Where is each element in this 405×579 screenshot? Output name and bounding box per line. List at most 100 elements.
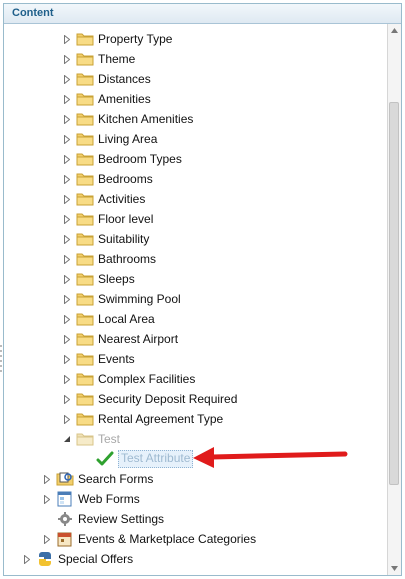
tree-item-special-offers[interactable]: Special Offers [22, 549, 133, 569]
folder-icon [76, 431, 94, 447]
tree-item-label: Theme [98, 52, 136, 66]
tree-item-theme[interactable]: Theme [62, 49, 135, 69]
splitter-grip[interactable] [0, 345, 3, 375]
tree-item-bathrooms[interactable]: Bathrooms [62, 249, 156, 269]
expand-right-icon[interactable] [62, 29, 72, 49]
folder-icon [76, 251, 94, 267]
expand-right-icon[interactable] [42, 529, 52, 549]
tree-item-bedroom-types[interactable]: Bedroom Types [62, 149, 182, 169]
tree-item-label: Local Area [98, 312, 155, 326]
tree-item-review-settings[interactable]: Review Settings [42, 509, 164, 529]
expand-right-icon[interactable] [62, 229, 72, 249]
tree-item-security-deposit-required[interactable]: Security Deposit Required [62, 389, 237, 409]
calendar-icon [56, 531, 74, 547]
expand-right-icon[interactable] [62, 89, 72, 109]
expand-right-icon[interactable] [62, 329, 72, 349]
expand-right-icon[interactable] [42, 469, 52, 489]
expand-right-icon[interactable] [42, 489, 52, 509]
expand-right-icon[interactable] [62, 249, 72, 269]
expand-right-icon[interactable] [62, 169, 72, 189]
scroll-up-button[interactable] [388, 24, 401, 37]
expand-right-icon[interactable] [62, 49, 72, 69]
tree-item-kitchen-amenities[interactable]: Kitchen Amenities [62, 109, 193, 129]
web-forms-icon [56, 491, 74, 507]
scroll-up-icon [391, 28, 398, 33]
tree-item-label: Kitchen Amenities [98, 112, 194, 126]
expand-right-icon[interactable] [62, 289, 72, 309]
folder-icon [76, 211, 94, 227]
expand-right-icon[interactable] [62, 189, 72, 209]
folder-icon [76, 131, 94, 147]
tree-item-distances[interactable]: Distances [62, 69, 151, 89]
tree-item-events[interactable]: Events [62, 349, 135, 369]
tree-item-local-area[interactable]: Local Area [62, 309, 155, 329]
expand-right-icon[interactable] [62, 69, 72, 89]
folder-icon [76, 51, 94, 67]
tree-item-label: Nearest Airport [98, 332, 179, 346]
gear-icon [56, 511, 74, 527]
expand-right-icon[interactable] [22, 549, 32, 569]
folder-icon [76, 291, 94, 307]
tree-item-label: Distances [98, 72, 151, 86]
folder-icon [76, 231, 94, 247]
panel-header: Content [4, 4, 401, 24]
tree-item-bedrooms[interactable]: Bedrooms [62, 169, 153, 189]
tree-item-property-type[interactable]: Property Type [62, 29, 172, 49]
scrollbar-thumb[interactable] [389, 102, 399, 485]
tree-item-label: Search Forms [78, 472, 154, 486]
tree-item-suitability[interactable]: Suitability [62, 229, 149, 249]
no-arrow [82, 449, 92, 469]
tree-item-label: Rental Agreement Type [98, 412, 224, 426]
folder-icon [76, 271, 94, 287]
tree-item-label: Sleeps [98, 272, 135, 286]
expand-right-icon[interactable] [62, 209, 72, 229]
tree-item-label: Activities [98, 192, 146, 206]
expand-right-icon[interactable] [62, 149, 72, 169]
expand-right-icon[interactable] [62, 109, 72, 129]
tree-item-label: Web Forms [78, 492, 140, 506]
folder-icon [76, 91, 94, 107]
vertical-scrollbar[interactable] [387, 24, 401, 575]
expand-right-icon[interactable] [62, 409, 72, 429]
folder-icon [76, 391, 94, 407]
folder-icon [76, 191, 94, 207]
tree-item-label: Security Deposit Required [98, 392, 238, 406]
folder-icon [76, 151, 94, 167]
tree-item-amenities[interactable]: Amenities [62, 89, 151, 109]
tree-item-label: Bedrooms [98, 172, 153, 186]
tree-item-label: Events & Marketplace Categories [78, 532, 257, 546]
tree-item-floor-level[interactable]: Floor level [62, 209, 153, 229]
tree-item-complex-facilities[interactable]: Complex Facilities [62, 369, 195, 389]
expand-right-icon[interactable] [62, 389, 72, 409]
tree-item-nearest-airport[interactable]: Nearest Airport [62, 329, 178, 349]
tree-item-rental-agreement-type[interactable]: Rental Agreement Type [62, 409, 223, 429]
tree-item-label: Events [98, 352, 135, 366]
tree-item-label: Living Area [98, 132, 158, 146]
tree-item-web-forms[interactable]: Web Forms [42, 489, 140, 509]
expand-right-icon[interactable] [62, 129, 72, 149]
tree-item-label: Bathrooms [98, 252, 157, 266]
tree-item-swimming-pool[interactable]: Swimming Pool [62, 289, 181, 309]
folder-icon [76, 371, 94, 387]
tree-item-test[interactable]: Test [62, 429, 120, 449]
folder-icon [76, 411, 94, 427]
tree-item-sleeps[interactable]: Sleeps [62, 269, 135, 289]
expand-right-icon[interactable] [62, 369, 72, 389]
scroll-down-button[interactable] [388, 562, 401, 575]
folder-icon [76, 331, 94, 347]
expand-right-icon[interactable] [62, 309, 72, 329]
tree-item-label: Floor level [98, 212, 154, 226]
tree-item-search-forms[interactable]: Search Forms [42, 469, 153, 489]
tree-item-test-attribute[interactable]: Test Attribute [82, 449, 194, 469]
expand-right-icon[interactable] [62, 269, 72, 289]
folder-icon [76, 311, 94, 327]
tree-item-label: Test [98, 432, 121, 446]
folder-icon [76, 111, 94, 127]
folder-icon [76, 351, 94, 367]
content-panel: Content Property Type Theme Distances Ameni… [3, 3, 402, 576]
tree-item-events-marketplace-categories[interactable]: Events & Marketplace Categories [42, 529, 256, 549]
tree-item-living-area[interactable]: Living Area [62, 129, 157, 149]
expand-right-icon[interactable] [62, 349, 72, 369]
tree-item-activities[interactable]: Activities [62, 189, 145, 209]
expand-down-icon[interactable] [62, 429, 72, 449]
